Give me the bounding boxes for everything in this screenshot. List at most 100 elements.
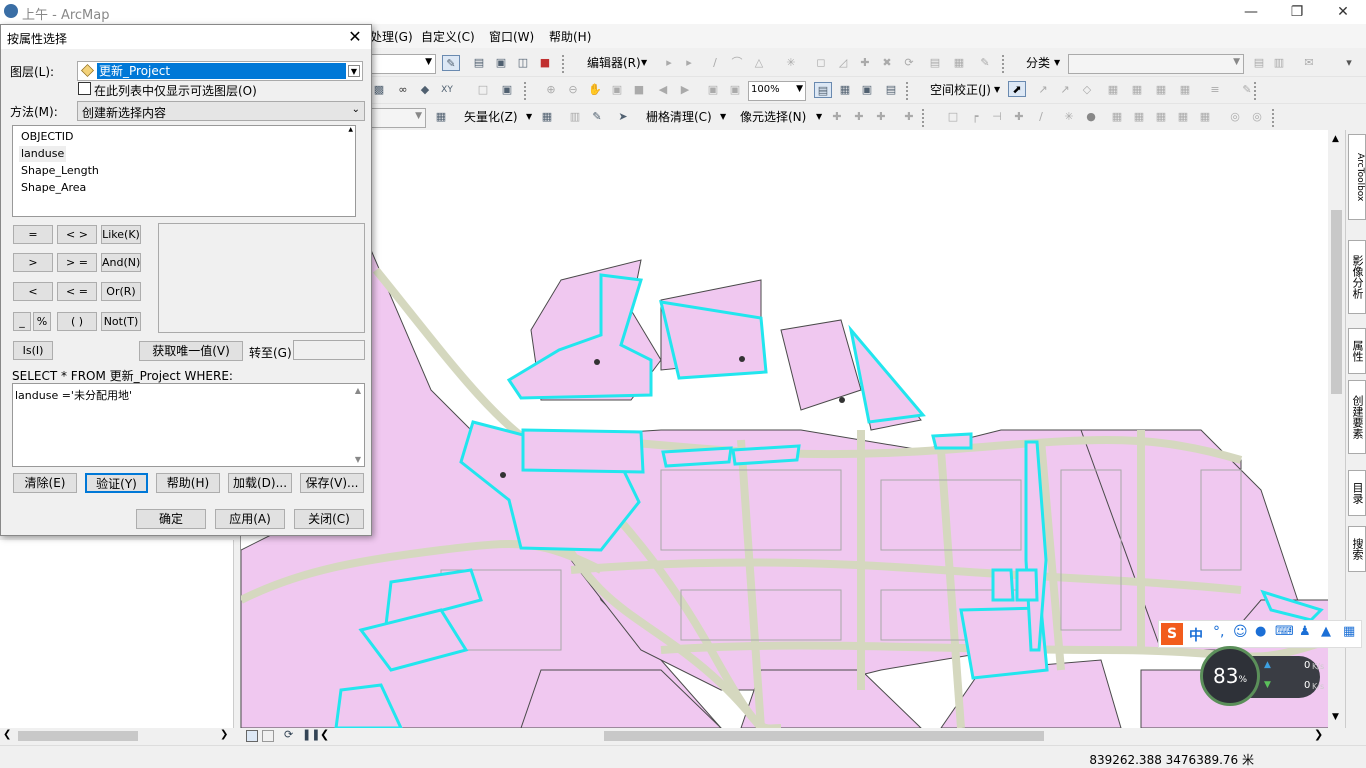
pause-icon[interactable]: ❚❚ [302,728,320,741]
op-less-button[interactable]: < [13,282,53,301]
scroll-left-icon[interactable]: ❮ [3,729,11,740]
new-displacement-icon[interactable]: ↗ [1034,82,1052,98]
get-unique-values-button[interactable]: 获取唯一值(V) [139,341,243,361]
classify-tool-icon[interactable]: ▤ [1250,55,1268,71]
sphere-icon[interactable]: ● [1082,109,1100,125]
raster-layer-combo[interactable]: ▼ [370,108,426,128]
op-not-button[interactable]: Not(T) [101,312,141,331]
sogou-logo-icon[interactable]: S [1161,623,1183,645]
ok-button[interactable]: 确定 [136,509,206,529]
toolbar-grip[interactable] [1254,82,1260,100]
op-parentheses-button[interactable]: ( ) [57,312,97,331]
only-selectable-checkbox[interactable] [78,82,91,95]
tool-d-icon[interactable]: ▦ [1196,109,1214,125]
op-less-equal-button[interactable]: < = [57,282,97,301]
op-like-button[interactable]: Like(K) [101,225,141,244]
tool-b-icon[interactable]: ▦ [1152,109,1170,125]
attribute-transfer-icon[interactable]: ≡ [1206,82,1224,98]
keyboard-icon[interactable]: ⌨ [1275,624,1294,639]
vectorization-menu[interactable]: 矢量化(Z) [464,109,518,125]
tool-c-icon[interactable]: ▦ [1174,109,1192,125]
op-is-button[interactable]: Is(I) [13,341,53,360]
envelope-icon[interactable]: ✉ [1300,55,1318,71]
sql-expression-box[interactable]: landuse ='未分配用地' ▲ ▼ [12,383,365,467]
split-icon[interactable]: ✖ [878,55,896,71]
map-scroll-thumb[interactable] [1331,210,1342,394]
field-item[interactable]: Shape_Area [19,180,88,196]
scroll-right-icon[interactable]: ❯ [220,729,228,740]
selection-tool-icon[interactable]: ✎ [442,55,460,71]
forward-extent-icon[interactable]: ▶ [676,82,694,98]
overlay-icon[interactable]: ▦ [1108,109,1126,125]
menu-help[interactable]: 帮助(H) [549,28,591,45]
restore-button[interactable]: ❐ [1274,0,1320,24]
method-select[interactable]: 创建新选择内容 ⌄ [77,101,365,121]
connected-cells-icon[interactable]: ✚ [828,109,846,125]
toolbar-grip[interactable] [524,82,530,100]
catalog-icon[interactable]: ▣ [492,55,510,71]
tab-create-features[interactable]: 创建要素 [1348,380,1366,454]
search-window-icon[interactable]: ◫ [514,55,532,71]
editor-menu[interactable]: 编辑器(R) [587,55,641,71]
sketch-properties-icon[interactable]: ▦ [950,55,968,71]
menu-customize[interactable]: 自定义(C) [421,28,475,45]
microphone-icon[interactable]: ● [1255,624,1266,639]
toolbar-grip[interactable] [1002,55,1008,73]
only-selectable-label[interactable]: 在此列表中仅显示可选图层(O) [94,82,257,99]
binoculars-icon[interactable]: ∞ [394,82,412,98]
op-percent-button[interactable]: % [33,312,51,331]
classify-layer-combo[interactable]: ▼ [1068,54,1244,74]
load-button[interactable]: 加载(D)... [228,473,292,493]
zoom-page-out-icon[interactable]: ▣ [726,82,744,98]
dialog-close-icon[interactable]: ✕ [345,27,365,46]
zoom-window-icon[interactable]: □ [474,82,492,98]
op-or-button[interactable]: Or(R) [101,282,141,301]
menu-geoprocessing[interactable]: 处理(G) [370,28,413,45]
toc-horizontal-scrollbar[interactable]: ❮ ❯ [0,728,234,745]
classify-menu[interactable]: 分类 [1026,55,1050,71]
toggle-draft-icon[interactable]: ▤ [814,82,832,98]
edge-match-icon[interactable]: ▦ [1176,82,1194,98]
reshape-icon[interactable]: ◿ [834,55,852,71]
new-identity-icon[interactable]: ↗ [1056,82,1074,98]
zoom-out-fixed-icon[interactable]: ⊖ [564,82,582,98]
tool-f-icon[interactable]: ◎ [1248,109,1266,125]
scroll-left-icon[interactable]: ❮ [320,728,329,741]
menu-grid-icon[interactable]: ▦ [1343,624,1355,639]
focus-frame-icon[interactable]: ▦ [836,82,854,98]
ime-language-toggle[interactable]: 中 [1189,625,1203,645]
add-cells-icon[interactable]: ✚ [872,109,890,125]
vertex-snap-icon[interactable]: ✚ [900,109,918,125]
data-driven-pages-icon[interactable]: ▤ [882,82,900,98]
new-limited-icon[interactable]: ◇ [1078,82,1096,98]
table-of-contents-panel[interactable] [0,540,234,728]
layout-view-icon[interactable] [262,730,274,742]
clear-button[interactable]: 清除(E) [13,473,77,493]
edit-annotation-icon[interactable]: ▸ [680,55,698,71]
save-button[interactable]: 保存(V)... [300,473,364,493]
endpoint-icon[interactable]: ✚ [1010,109,1028,125]
op-not-equal-button[interactable]: < > [57,225,97,244]
tab-image-analysis[interactable]: 影像分析 [1348,240,1366,314]
layer-select[interactable]: 更新_Project ▼ [77,61,363,81]
user-icon[interactable]: ♟ [1299,624,1311,639]
pencil-icon[interactable]: ✎ [588,109,606,125]
data-view-icon[interactable] [246,730,258,742]
zoom-100-icon[interactable]: ■ [630,82,648,98]
line-tool-icon[interactable]: ┍ [966,109,984,125]
layout-icon[interactable]: ▩ [370,82,388,98]
go-to-xy-icon[interactable]: ◆ [416,82,434,98]
rotate-icon[interactable]: ⟳ [900,55,918,71]
tool-a-icon[interactable]: ▦ [1130,109,1148,125]
show-preview-icon[interactable]: ▦ [538,109,556,125]
emoji-icon[interactable]: ☺ [1233,624,1248,640]
toolbar-grip[interactable] [1272,109,1278,127]
op-greater-button[interactable]: > [13,253,53,272]
sql-expression-text[interactable]: landuse ='未分配用地' [15,387,132,403]
trace-tool-icon[interactable]: □ [944,109,962,125]
point-icon[interactable]: ✳ [782,55,800,71]
close-window-button[interactable]: ✕ [1320,0,1366,24]
cpu-gauge[interactable]: 83% [1200,646,1260,706]
edit-vertices-icon[interactable]: ◻ [812,55,830,71]
toolbar-grip[interactable] [922,109,928,127]
